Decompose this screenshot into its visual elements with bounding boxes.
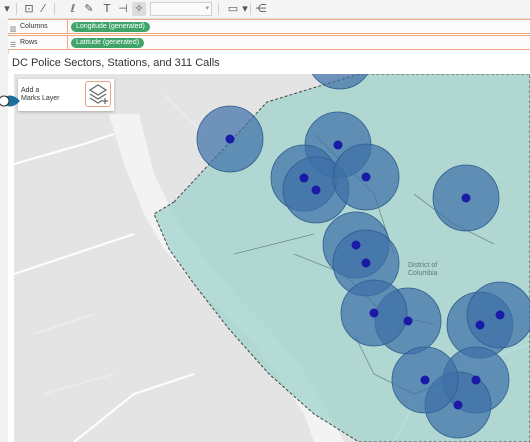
layers-add-icon[interactable] <box>85 81 111 107</box>
map-canvas[interactable]: District of Columbia <box>14 74 530 442</box>
rows-label: Rows <box>20 39 38 46</box>
columns-shelf[interactable]: ▥ Columns Longitude (generated) <box>8 19 530 34</box>
pin-icon[interactable]: ⊣ <box>116 2 130 16</box>
police-station-dot[interactable] <box>333 140 343 150</box>
longitude-pill[interactable]: Longitude (generated) <box>71 22 150 32</box>
show-cards-icon[interactable]: ✧ <box>132 2 146 16</box>
police-station-dot[interactable] <box>351 240 361 250</box>
add-marks-layer-card[interactable]: Add a Marks Layer <box>18 79 114 111</box>
tooltip-icon[interactable]: ⊡ <box>22 2 36 16</box>
police-station-dot[interactable] <box>369 308 379 318</box>
dc-label-line1: District of <box>408 262 437 269</box>
format-icon[interactable]: ℓ <box>66 2 80 16</box>
toolbar: ▾ ⊡ ⁄ ℓ ✎ T ⊣ ✧ ▾ ▭ ▾ ⋲ <box>0 0 530 19</box>
fit-dropdown[interactable]: ▾ <box>150 2 212 16</box>
share-icon[interactable]: ⋲ <box>254 2 268 16</box>
police-station-dot[interactable] <box>495 310 505 320</box>
columns-shelf-label: ▥ Columns <box>8 20 68 33</box>
police-station-dot[interactable] <box>453 400 463 410</box>
chevron-down-icon: ▾ <box>205 5 209 12</box>
toolbar-divider <box>218 3 219 15</box>
police-station-dot[interactable] <box>475 320 485 330</box>
police-station-dot[interactable] <box>471 375 481 385</box>
toolbar-divider <box>54 3 55 15</box>
police-station-dot[interactable] <box>403 316 413 326</box>
visualization-area: DC Police Sectors, Stations, and 311 Cal… <box>8 54 530 442</box>
latitude-pill[interactable]: Latitude (generated) <box>71 38 145 48</box>
rows-shelf[interactable]: ☰ Rows Latitude (generated) <box>8 35 530 50</box>
police-station-dot[interactable] <box>225 134 235 144</box>
police-station-dot[interactable] <box>311 185 321 195</box>
police-station-dot[interactable] <box>420 375 430 385</box>
viz-title: DC Police Sectors, Stations, and 311 Cal… <box>12 57 220 69</box>
rows-icon: ☰ <box>10 41 17 49</box>
police-station-dot[interactable] <box>361 258 371 268</box>
annotation-icon[interactable]: ⁄ <box>36 2 50 16</box>
dc-label-line2: Columbia <box>408 270 438 277</box>
police-station-dot[interactable] <box>361 172 371 182</box>
rows-shelf-label: ☰ Rows <box>8 36 68 49</box>
columns-label: Columns <box>20 23 48 30</box>
toolbar-divider <box>250 3 251 15</box>
police-station-dot[interactable] <box>461 193 471 203</box>
drag-handle[interactable] <box>0 92 20 110</box>
toolbar-divider <box>16 3 17 15</box>
text-label-icon[interactable]: T <box>100 2 114 16</box>
fit-icon[interactable]: ▾ <box>0 2 14 16</box>
highlight-icon[interactable]: ✎ <box>82 2 96 16</box>
police-station-dot[interactable] <box>299 173 309 183</box>
add-marks-layer-label: Add a Marks Layer <box>21 87 60 102</box>
map[interactable]: District of Columbia <box>14 74 530 442</box>
